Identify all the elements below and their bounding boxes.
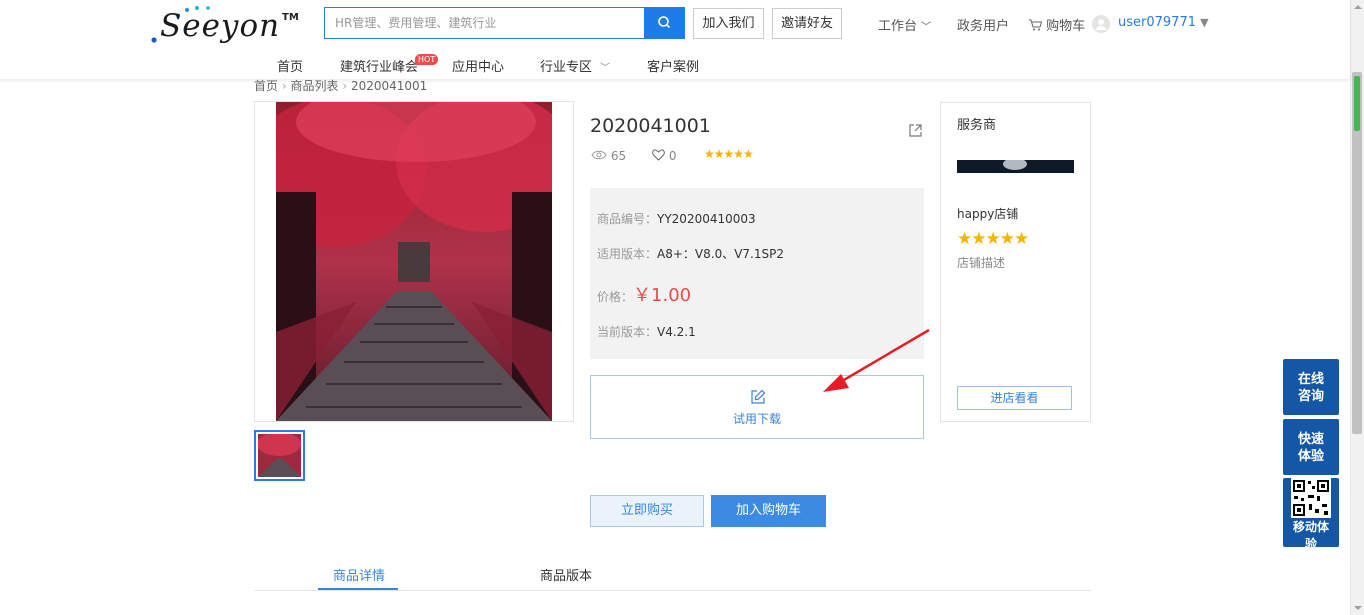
mobile-trial-button[interactable]: 移动体 验 xyxy=(1283,478,1339,547)
provider-banner-image xyxy=(957,160,1074,173)
nav-summit[interactable]: 建筑行业峰会 xyxy=(340,56,418,75)
edit-icon xyxy=(751,389,766,404)
cart-link[interactable]: 购物车 xyxy=(1028,15,1085,34)
nav-cases[interactable]: 客户案例 xyxy=(647,56,699,75)
workbench-label: 工作台 xyxy=(878,19,918,34)
site-header: Seeyon TM HR管理、费用管理、建筑行业 加入我们 邀请好友 工作台 ﹀… xyxy=(0,0,1350,79)
visit-store-button[interactable]: 进店看看 xyxy=(957,386,1072,410)
username: user079771 xyxy=(1118,15,1196,30)
nav-industry-label: 行业专区 xyxy=(540,60,593,75)
gov-user-link[interactable]: 政务用户 xyxy=(957,15,1009,34)
search-input[interactable]: HR管理、费用管理、建筑行业 xyxy=(324,7,644,39)
provider-description: 店铺描述 xyxy=(957,256,1006,270)
product-image-frame xyxy=(254,101,574,422)
product-code-row: 商品编号：YY20200410003 xyxy=(597,210,756,227)
qr-code-icon xyxy=(1291,478,1331,518)
online-consult-line2: 咨询 xyxy=(1297,389,1324,404)
tab-product-versions[interactable]: 商品版本 xyxy=(540,565,592,584)
logo-wordmark: Seeyon xyxy=(160,8,281,44)
quick-trial-line1: 快速 xyxy=(1297,432,1324,447)
nav-app-center[interactable]: 应用中心 xyxy=(452,56,504,75)
product-code-label: 商品编号： xyxy=(597,212,658,226)
provider-banner xyxy=(957,160,1074,173)
breadcrumb: 首页 › 商品列表 › 2020041001 xyxy=(254,77,427,94)
tab-divider xyxy=(254,590,1091,591)
scrollbar-thumb-grip xyxy=(1354,76,1360,131)
view-count-value: 65 xyxy=(610,149,627,163)
nav-industry[interactable]: 行业专区 ﹀ xyxy=(540,56,610,75)
thumbnail-image xyxy=(257,432,301,477)
invite-friends-button[interactable]: 邀请好友 xyxy=(772,8,842,39)
caret-down-icon: ▼ xyxy=(1200,16,1209,29)
user-icon xyxy=(1095,19,1107,30)
active-tab-indicator xyxy=(318,588,398,590)
price-row: 价格：￥1.00 xyxy=(597,281,691,307)
product-title: 2020041001 xyxy=(590,115,711,137)
cart-icon xyxy=(1029,19,1043,31)
trial-download-label: 试用下载 xyxy=(732,412,781,426)
current-version-label: 当前版本： xyxy=(597,325,658,339)
breadcrumb-current: 2020041001 xyxy=(350,79,428,93)
quick-trial-button[interactable]: 快速 体验 xyxy=(1283,419,1339,475)
avatar[interactable] xyxy=(1092,15,1110,33)
heart-icon xyxy=(652,149,665,161)
cart-label: 购物车 xyxy=(1046,19,1086,34)
add-to-cart-button[interactable]: 加入购物车 xyxy=(711,495,826,527)
scroll-up-icon[interactable] xyxy=(1351,2,1364,12)
mobile-trial-line2: 验 xyxy=(1304,537,1317,547)
product-code-value: YY20200410003 xyxy=(657,212,756,226)
product-image[interactable] xyxy=(276,102,552,421)
online-consult-button[interactable]: 在线 咨询 xyxy=(1283,359,1339,415)
like-count[interactable]: 0 xyxy=(652,149,676,163)
mobile-trial-line1: 移动体 xyxy=(1292,520,1329,534)
compatible-version-label: 适用版本： xyxy=(597,247,658,261)
provider-name[interactable]: happy店铺 xyxy=(957,205,1018,222)
logo-trademark: TM xyxy=(282,12,299,23)
current-version-row: 当前版本：V4.2.1 xyxy=(597,323,696,340)
join-us-button[interactable]: 加入我们 xyxy=(693,8,764,39)
provider-rating-stars: ★★★★★ xyxy=(957,229,1029,249)
workbench-menu[interactable]: 工作台 ﹀ xyxy=(878,15,931,34)
scroll-down-icon[interactable] xyxy=(1351,603,1364,613)
current-version-value: V4.2.1 xyxy=(657,325,696,339)
provider-title: 服务商 xyxy=(957,118,997,133)
online-consult-line1: 在线 xyxy=(1297,372,1324,387)
hot-badge: HOT xyxy=(415,54,439,65)
chevron-down-icon: ﹀ xyxy=(600,63,611,74)
annotation-arrow-icon xyxy=(823,328,930,392)
breadcrumb-list[interactable]: 商品列表 xyxy=(290,79,338,93)
breadcrumb-sep-icon: › xyxy=(342,79,351,93)
search-button[interactable] xyxy=(644,7,685,39)
chevron-down-icon: ﹀ xyxy=(921,22,932,33)
price-value: ￥1.00 xyxy=(633,285,692,306)
user-menu[interactable]: user079771 ▼ xyxy=(1118,15,1209,30)
search-icon xyxy=(658,16,671,29)
compatible-version-row: 适用版本：A8+：V8.0、V7.1SP2 xyxy=(597,245,784,262)
breadcrumb-home[interactable]: 首页 xyxy=(254,79,278,93)
quick-trial-line2: 体验 xyxy=(1297,449,1324,464)
nav-home[interactable]: 首页 xyxy=(277,56,303,75)
tab-product-details[interactable]: 商品详情 xyxy=(333,565,385,584)
eye-icon xyxy=(591,150,607,160)
share-icon[interactable] xyxy=(908,123,923,138)
product-thumbnail[interactable] xyxy=(254,430,305,481)
like-count-value: 0 xyxy=(668,149,677,163)
buy-now-button[interactable]: 立即购买 xyxy=(590,495,704,527)
compatible-version-value: A8+：V8.0、V7.1SP2 xyxy=(657,247,784,261)
rating-stars: ★★★★★ xyxy=(704,147,754,161)
price-label: 价格： xyxy=(597,290,634,304)
view-count: 65 xyxy=(591,149,626,163)
